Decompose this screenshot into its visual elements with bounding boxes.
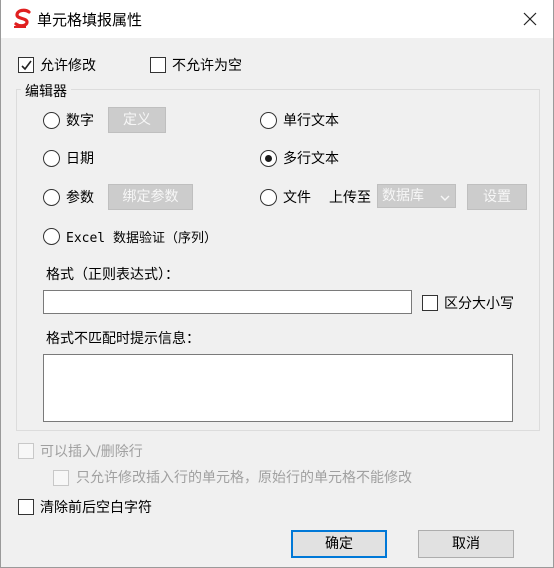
radio-date-label[interactable]: 日期 (66, 148, 94, 168)
close-icon (523, 12, 537, 26)
not-empty-label[interactable]: 不允许为空 (172, 55, 242, 75)
radio-single-line-label[interactable]: 单行文本 (283, 110, 339, 130)
only-inserted-checkbox[interactable] (53, 470, 69, 486)
radio-number[interactable] (43, 112, 60, 129)
editor-group-title: 编辑器 (21, 81, 71, 101)
define-button[interactable]: 定义 (108, 107, 166, 133)
trim-whitespace-label[interactable]: 清除前后空白字符 (40, 497, 152, 517)
case-sensitive-label[interactable]: 区分大小写 (444, 293, 514, 313)
ok-button[interactable]: 确定 (291, 530, 387, 558)
radio-multi-line[interactable] (260, 150, 277, 167)
not-empty-checkbox[interactable] (150, 57, 166, 73)
mismatch-message-textarea[interactable] (43, 354, 513, 422)
radio-file[interactable] (260, 189, 277, 206)
radio-selected-dot (265, 155, 272, 162)
radio-excel-validation-label[interactable]: Excel 数据验证（序列） (66, 227, 217, 246)
trim-whitespace-checkbox[interactable] (18, 499, 34, 515)
cancel-button[interactable]: 取消 (418, 530, 514, 558)
radio-number-label[interactable]: 数字 (66, 110, 94, 130)
allow-edit-checkbox[interactable] (18, 57, 34, 73)
mismatch-message-label: 格式不匹配时提示信息： (46, 331, 200, 347)
upload-target-select[interactable]: 数据库 (377, 184, 456, 208)
insert-delete-label[interactable]: 可以插入/删除行 (40, 441, 143, 461)
check-icon (21, 60, 32, 71)
upload-to-label: 上传至 (329, 190, 371, 206)
format-input[interactable] (43, 290, 412, 314)
bind-param-button[interactable]: 绑定参数 (108, 184, 193, 210)
s-logo-icon (13, 8, 33, 30)
radio-multi-line-label[interactable]: 多行文本 (283, 148, 339, 168)
allow-edit-label[interactable]: 允许修改 (40, 55, 96, 75)
radio-param-label[interactable]: 参数 (66, 187, 94, 207)
cell-fill-properties-dialog: 单元格填报属性 允许修改 不允许为空 编辑器 数字 定义 单行文本 日期 多行文… (0, 0, 554, 568)
only-inserted-label[interactable]: 只允许修改插入行的单元格，原始行的单元格不能修改 (76, 467, 412, 487)
close-button[interactable] (517, 6, 543, 32)
format-label: 格式（正则表达式）： (46, 267, 179, 283)
radio-param[interactable] (43, 189, 60, 206)
radio-date[interactable] (43, 150, 60, 167)
insert-delete-checkbox[interactable] (18, 443, 34, 459)
radio-single-line[interactable] (260, 112, 277, 129)
radio-excel-validation[interactable] (43, 228, 60, 245)
case-sensitive-checkbox[interactable] (422, 295, 438, 311)
radio-file-label[interactable]: 文件 (283, 187, 311, 207)
chevron-down-icon (439, 189, 451, 211)
title-bar: 单元格填报属性 (1, 0, 553, 38)
window-title: 单元格填报属性 (37, 11, 143, 29)
settings-button[interactable]: 设置 (467, 184, 527, 210)
upload-target-value: 数据库 (382, 188, 424, 204)
